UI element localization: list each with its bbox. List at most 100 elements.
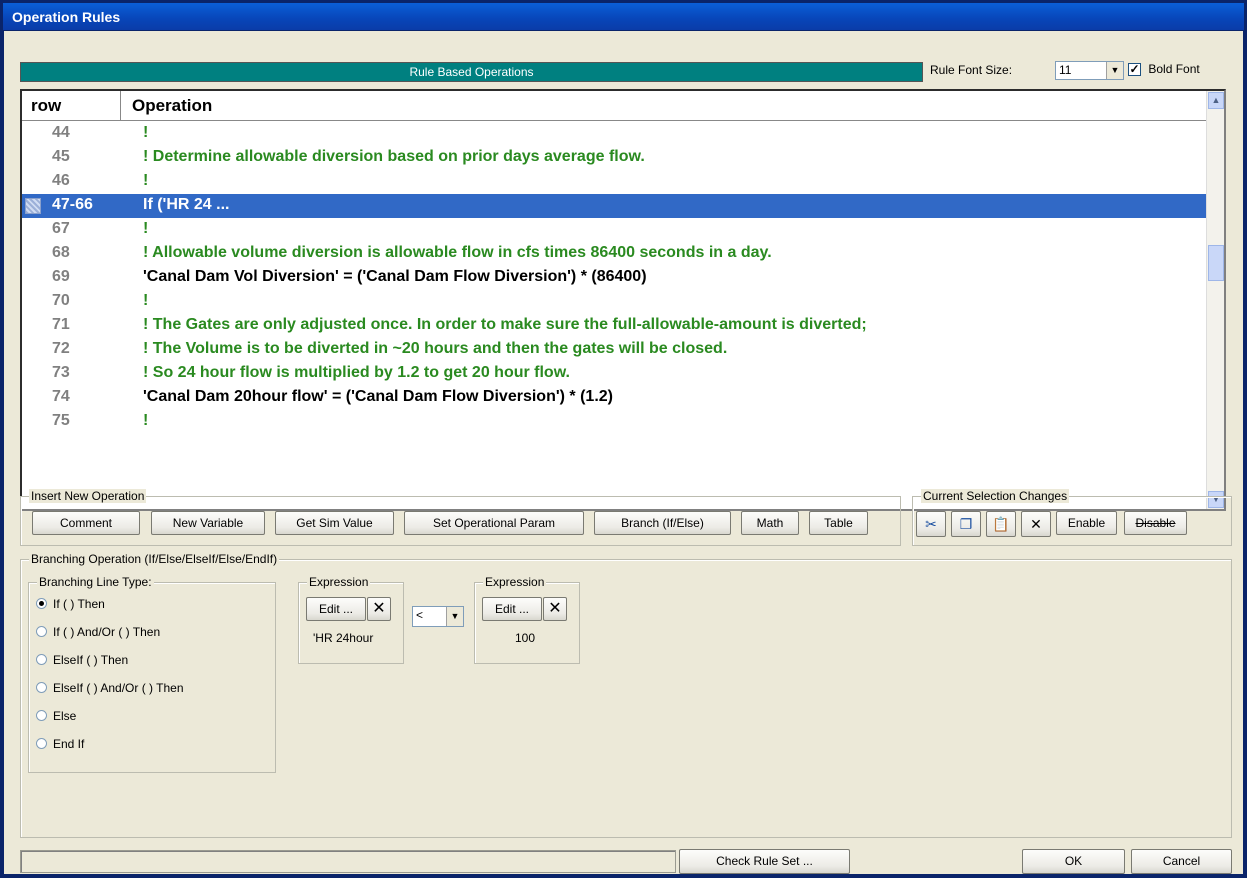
radio-elseif-then[interactable]: ElseIf ( ) Then (36, 653, 128, 667)
status-bar (20, 850, 676, 873)
table-button[interactable]: Table (809, 511, 868, 535)
operation-text: ! (143, 124, 149, 141)
table-row[interactable]: 72 ! The Volume is to be diverted in ~20 … (22, 338, 1220, 362)
disable-button[interactable]: Disable (1124, 511, 1187, 535)
set-operational-param-button[interactable]: Set Operational Param (404, 511, 584, 535)
table-row[interactable]: 69 'Canal Dam Vol Diversion' = ('Canal Da… (22, 266, 1220, 290)
current-selection-changes-legend: Current Selection Changes (921, 489, 1070, 503)
bold-font-label: Bold Font (1148, 62, 1200, 76)
table-row[interactable]: 75! (22, 410, 1220, 434)
insert-new-operation-legend: Insert New Operation (29, 489, 147, 503)
clear-right-expression-icon[interactable]: ✕ (543, 597, 567, 621)
expression-right-legend: Expression (483, 575, 547, 589)
bold-font-checkbox[interactable]: ✓ Bold Font (1128, 62, 1200, 77)
table-row[interactable]: 71 ! The Gates are only adjusted once. In… (22, 314, 1220, 338)
row-number: 73 (52, 364, 70, 381)
cut-icon[interactable]: ✂ (916, 511, 946, 537)
scroll-up-icon[interactable]: ▲ (1208, 92, 1224, 109)
row-number: 74 (52, 388, 70, 405)
grid-header: row Operation (22, 91, 1222, 121)
operation-text: If ('HR 24 ... (143, 196, 230, 213)
comment-button[interactable]: Comment (32, 511, 140, 535)
operator-select[interactable]: < ▼ (412, 606, 464, 627)
row-number: 67 (52, 220, 70, 237)
operation-text: ! So 24 hour flow is multiplied by 1.2 t… (143, 364, 570, 381)
radio-icon[interactable] (36, 710, 47, 721)
cancel-button[interactable]: Cancel (1131, 849, 1232, 874)
table-row[interactable]: 68 ! Allowable volume diversion is allowa… (22, 242, 1220, 266)
new-variable-button[interactable]: New Variable (151, 511, 265, 535)
row-number: 75 (52, 412, 70, 429)
radio-if-then[interactable]: If ( ) Then (36, 597, 105, 611)
expression-left-legend: Expression (307, 575, 371, 589)
enable-button[interactable]: Enable (1056, 511, 1117, 535)
radio-icon[interactable] (36, 626, 47, 637)
scroll-thumb[interactable] (1208, 245, 1224, 281)
vertical-scrollbar[interactable]: ▲ ▼ (1206, 91, 1224, 509)
clear-left-expression-icon[interactable]: ✕ (367, 597, 391, 621)
table-row[interactable]: 45 ! Determine allowable diversion based … (22, 146, 1220, 170)
math-button[interactable]: Math (741, 511, 799, 535)
column-header-row[interactable]: row (22, 91, 121, 121)
row-number: 72 (52, 340, 70, 357)
row-number: 71 (52, 316, 70, 333)
client-area: Rule Based Operations Rule Font Size: 11… (4, 31, 1243, 874)
table-row[interactable]: 44! (22, 122, 1220, 146)
left-expression-value: 'HR 24hour (313, 631, 374, 645)
current-selection-changes-group: Current Selection Changes ✂ ❐ 📋 ✕ Enable… (912, 489, 1232, 546)
radio-icon[interactable] (36, 738, 47, 749)
radio-elseif-and-or-then-label: ElseIf ( ) And/Or ( ) Then (53, 681, 184, 695)
check-rule-set-button[interactable]: Check Rule Set ... (679, 849, 850, 874)
radio-icon[interactable] (36, 682, 47, 693)
operation-text: ! The Volume is to be diverted in ~20 ho… (143, 340, 728, 357)
chevron-down-icon[interactable]: ▼ (446, 607, 463, 626)
row-number: 70 (52, 292, 70, 309)
branch-if-else-button[interactable]: Branch (If/Else) (594, 511, 731, 535)
row-number: 46 (52, 172, 70, 189)
radio-if-and-or-then[interactable]: If ( ) And/Or ( ) Then (36, 625, 160, 639)
row-number: 68 (52, 244, 70, 261)
operator-value: < (416, 608, 424, 622)
paste-icon[interactable]: 📋 (986, 511, 1016, 537)
edit-right-expression-button[interactable]: Edit ... (482, 597, 542, 621)
operation-text: ! Determine allowable diversion based on… (143, 148, 645, 165)
table-row[interactable]: 73 ! So 24 hour flow is multiplied by 1.2… (22, 362, 1220, 386)
operations-grid[interactable]: row Operation 44! 45 ! Determine allowable… (20, 89, 1226, 511)
radio-if-then-label: If ( ) Then (53, 597, 105, 611)
branching-operation-legend: Branching Operation (If/Else/ElseIf/Else… (29, 552, 280, 566)
radio-else[interactable]: Else (36, 709, 76, 723)
row-number: 47-66 (52, 196, 93, 213)
delete-icon[interactable]: ✕ (1021, 511, 1051, 537)
right-expression-value: 100 (515, 631, 536, 645)
operation-text: 'Canal Dam Vol Diversion' = ('Canal Dam … (143, 268, 647, 285)
radio-selected-icon[interactable] (36, 598, 47, 609)
ok-button[interactable]: OK (1022, 849, 1125, 874)
insert-new-operation-group: Insert New Operation Comment New Variabl… (20, 489, 901, 546)
radio-if-and-or-then-label: If ( ) And/Or ( ) Then (53, 625, 161, 639)
branching-operation-group: Branching Operation (If/Else/ElseIf/Else… (20, 552, 1232, 838)
table-row[interactable]: 70! (22, 290, 1220, 314)
operation-text: ! (143, 220, 149, 237)
table-row[interactable]: 74 'Canal Dam 20hour flow' = ('Canal Dam … (22, 386, 1220, 410)
edit-left-expression-button[interactable]: Edit ... (306, 597, 366, 621)
radio-else-label: Else (53, 709, 77, 723)
radio-icon[interactable] (36, 654, 47, 665)
chevron-down-icon[interactable]: ▼ (1106, 62, 1123, 79)
radio-end-if[interactable]: End If (36, 737, 84, 751)
column-header-operation[interactable]: Operation (122, 91, 212, 116)
radio-elseif-then-label: ElseIf ( ) Then (53, 653, 129, 667)
copy-icon[interactable]: ❐ (951, 511, 981, 537)
radio-elseif-and-or-then[interactable]: ElseIf ( ) And/Or ( ) Then (36, 681, 184, 695)
rule-font-size-label: Rule Font Size: (930, 63, 1013, 77)
font-size-select[interactable]: 11 ▼ (1055, 61, 1124, 80)
operation-text: ! Allowable volume diversion is allowabl… (143, 244, 772, 261)
table-row-selected[interactable]: 47-66 If ('HR 24 ... (22, 194, 1220, 218)
table-row[interactable]: 67! (22, 218, 1220, 242)
get-sim-value-button[interactable]: Get Sim Value (275, 511, 394, 535)
operation-text: 'Canal Dam 20hour flow' = ('Canal Dam Fl… (143, 388, 613, 405)
row-number: 44 (52, 124, 70, 141)
checkmark-icon[interactable]: ✓ (1128, 63, 1141, 77)
table-row[interactable]: 46! (22, 170, 1220, 194)
operation-text: ! (143, 412, 149, 429)
radio-end-if-label: End If (53, 737, 85, 751)
